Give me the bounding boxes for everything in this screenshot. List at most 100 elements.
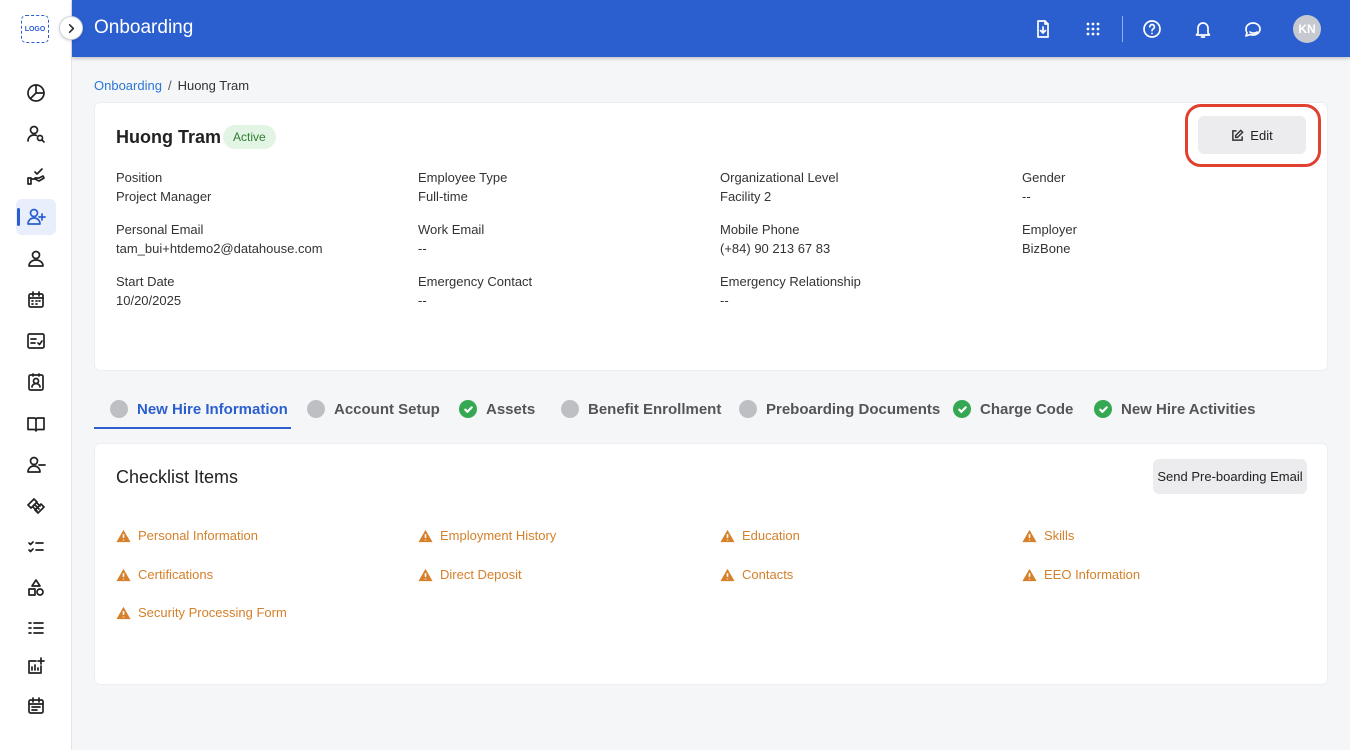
status-badge: Active bbox=[223, 125, 276, 149]
nav-offboarding[interactable] bbox=[16, 447, 56, 483]
nav-forms[interactable] bbox=[16, 323, 56, 359]
nav-hand-check[interactable] bbox=[16, 158, 56, 194]
checklist-item-label: Education bbox=[742, 528, 800, 543]
field-organizational-level: Organizational Level Facility 2 bbox=[720, 170, 1010, 205]
chat-icon bbox=[1245, 22, 1261, 37]
field-value: -- bbox=[720, 293, 729, 308]
nav-partners[interactable] bbox=[16, 488, 56, 524]
check-circle-icon bbox=[1094, 400, 1112, 418]
nav-calendar[interactable] bbox=[16, 282, 56, 318]
help-button[interactable] bbox=[1139, 16, 1165, 42]
nav-assets[interactable] bbox=[16, 570, 56, 606]
field-value: -- bbox=[1022, 189, 1031, 204]
field-label: Employer bbox=[1022, 222, 1077, 237]
field-label: Employee Type bbox=[418, 170, 508, 185]
apps-button[interactable] bbox=[1080, 16, 1106, 42]
chat-button[interactable] bbox=[1240, 16, 1266, 42]
field-label: Mobile Phone bbox=[720, 222, 800, 237]
checklist-item-employment-history[interactable]: Employment History bbox=[418, 528, 556, 543]
apps-grid-icon bbox=[1086, 22, 1100, 36]
warning-icon bbox=[116, 606, 131, 620]
checklist-item-education[interactable]: Education bbox=[720, 528, 800, 543]
warning-icon bbox=[720, 529, 735, 543]
top-header: Onboarding KN bbox=[72, 0, 1350, 57]
nav-onboarding[interactable] bbox=[16, 199, 56, 235]
warning-icon bbox=[418, 568, 433, 582]
field-value: Facility 2 bbox=[720, 189, 772, 204]
checklist-item-certifications[interactable]: Certifications bbox=[116, 567, 213, 582]
nav-events[interactable] bbox=[16, 688, 56, 724]
book-icon bbox=[27, 417, 45, 432]
field-position: Position Project Manager bbox=[116, 170, 406, 205]
tab-benefit-enrollment[interactable]: Benefit Enrollment bbox=[561, 390, 721, 428]
calendar-event-icon bbox=[28, 697, 44, 714]
nav-dashboard[interactable] bbox=[16, 75, 56, 111]
checklist-item-security-processing-form[interactable]: Security Processing Form bbox=[116, 605, 287, 620]
tab-preboarding-documents[interactable]: Preboarding Documents bbox=[739, 390, 940, 428]
sidebar-expand-button[interactable] bbox=[59, 16, 83, 40]
edit-button[interactable]: Edit bbox=[1198, 116, 1306, 154]
tab-charge-code[interactable]: Charge Code bbox=[953, 390, 1073, 428]
report-add-icon bbox=[28, 657, 45, 674]
notifications-button[interactable] bbox=[1190, 16, 1216, 42]
nav-handbook[interactable] bbox=[16, 406, 56, 442]
nav-contacts[interactable] bbox=[16, 364, 56, 400]
logo: LOGO bbox=[21, 15, 49, 43]
warning-icon bbox=[116, 529, 131, 543]
field-value: -- bbox=[418, 241, 427, 256]
field-emergency-relationship: Emergency Relationship -- bbox=[720, 274, 1010, 309]
checklist-item-contacts[interactable]: Contacts bbox=[720, 567, 793, 582]
field-label: Emergency Relationship bbox=[720, 274, 861, 289]
field-label: Position bbox=[116, 170, 163, 185]
checklist-item-label: Employment History bbox=[440, 528, 557, 543]
field-value: tam_bui+htdemo2@datahouse.com bbox=[116, 241, 323, 256]
checklist-item-skills[interactable]: Skills bbox=[1022, 528, 1074, 543]
warning-icon bbox=[720, 568, 735, 582]
field-gender: Gender -- bbox=[1022, 170, 1312, 205]
tab-label: Assets bbox=[486, 400, 536, 418]
send-preboarding-email-button[interactable]: Send Pre-boarding Email bbox=[1153, 459, 1307, 494]
nav-checklists[interactable] bbox=[16, 610, 56, 646]
pending-status-icon bbox=[561, 400, 579, 418]
nav-tasks[interactable] bbox=[16, 529, 56, 565]
field-start-date: Start Date 10/20/2025 bbox=[116, 274, 406, 309]
shapes-icon bbox=[28, 579, 44, 596]
bell-icon bbox=[1195, 22, 1211, 38]
pending-status-icon bbox=[110, 400, 128, 418]
user-avatar[interactable]: KN bbox=[1293, 15, 1321, 43]
field-value: 10/20/2025 bbox=[116, 293, 182, 308]
contact-card-icon bbox=[28, 373, 44, 391]
checklist-item-eeo-information[interactable]: EEO Information bbox=[1022, 567, 1140, 582]
breadcrumb-onboarding-link[interactable]: Onboarding bbox=[94, 78, 162, 93]
checklist-item-label: Skills bbox=[1044, 528, 1075, 543]
tab-label: Benefit Enrollment bbox=[588, 400, 722, 418]
nav-employees[interactable] bbox=[16, 241, 56, 277]
field-value: -- bbox=[418, 293, 427, 308]
checklist-item-label: Direct Deposit bbox=[440, 567, 522, 582]
field-value: Full-time bbox=[418, 189, 468, 204]
checklist-item-label: Certifications bbox=[138, 567, 214, 582]
tab-new-hire-activities[interactable]: New Hire Activities bbox=[1094, 390, 1256, 428]
user-search-icon bbox=[27, 125, 45, 143]
page-title: Onboarding bbox=[94, 17, 194, 38]
field-employer: Employer BizBone bbox=[1022, 222, 1312, 257]
field-label: Gender bbox=[1022, 170, 1066, 185]
nav-reports[interactable] bbox=[16, 648, 56, 684]
tab-new-hire-information[interactable]: New Hire Information bbox=[110, 390, 288, 428]
field-mobile-phone: Mobile Phone (+84) 90 213 67 83 bbox=[720, 222, 1010, 257]
tab-account-setup[interactable]: Account Setup bbox=[307, 390, 440, 428]
download-doc-icon bbox=[1037, 20, 1049, 38]
employee-profile-card: Huong Tram Active Edit Position Project … bbox=[94, 102, 1328, 371]
checklist-item-direct-deposit[interactable]: Direct Deposit bbox=[418, 567, 522, 582]
warning-icon bbox=[418, 529, 433, 543]
nav-user-search[interactable] bbox=[16, 116, 56, 152]
tab-assets[interactable]: Assets bbox=[459, 390, 535, 428]
download-button[interactable] bbox=[1030, 16, 1056, 42]
checklist-title: Checklist Items bbox=[116, 467, 239, 487]
breadcrumb-current: Huong Tram bbox=[177, 78, 250, 93]
tab-label: Account Setup bbox=[334, 400, 440, 418]
tab-label: New Hire Activities bbox=[1121, 400, 1256, 418]
tab-label: Charge Code bbox=[980, 400, 1074, 418]
edit-icon bbox=[1232, 128, 1244, 141]
checklist-item-personal-information[interactable]: Personal Information bbox=[116, 528, 258, 543]
